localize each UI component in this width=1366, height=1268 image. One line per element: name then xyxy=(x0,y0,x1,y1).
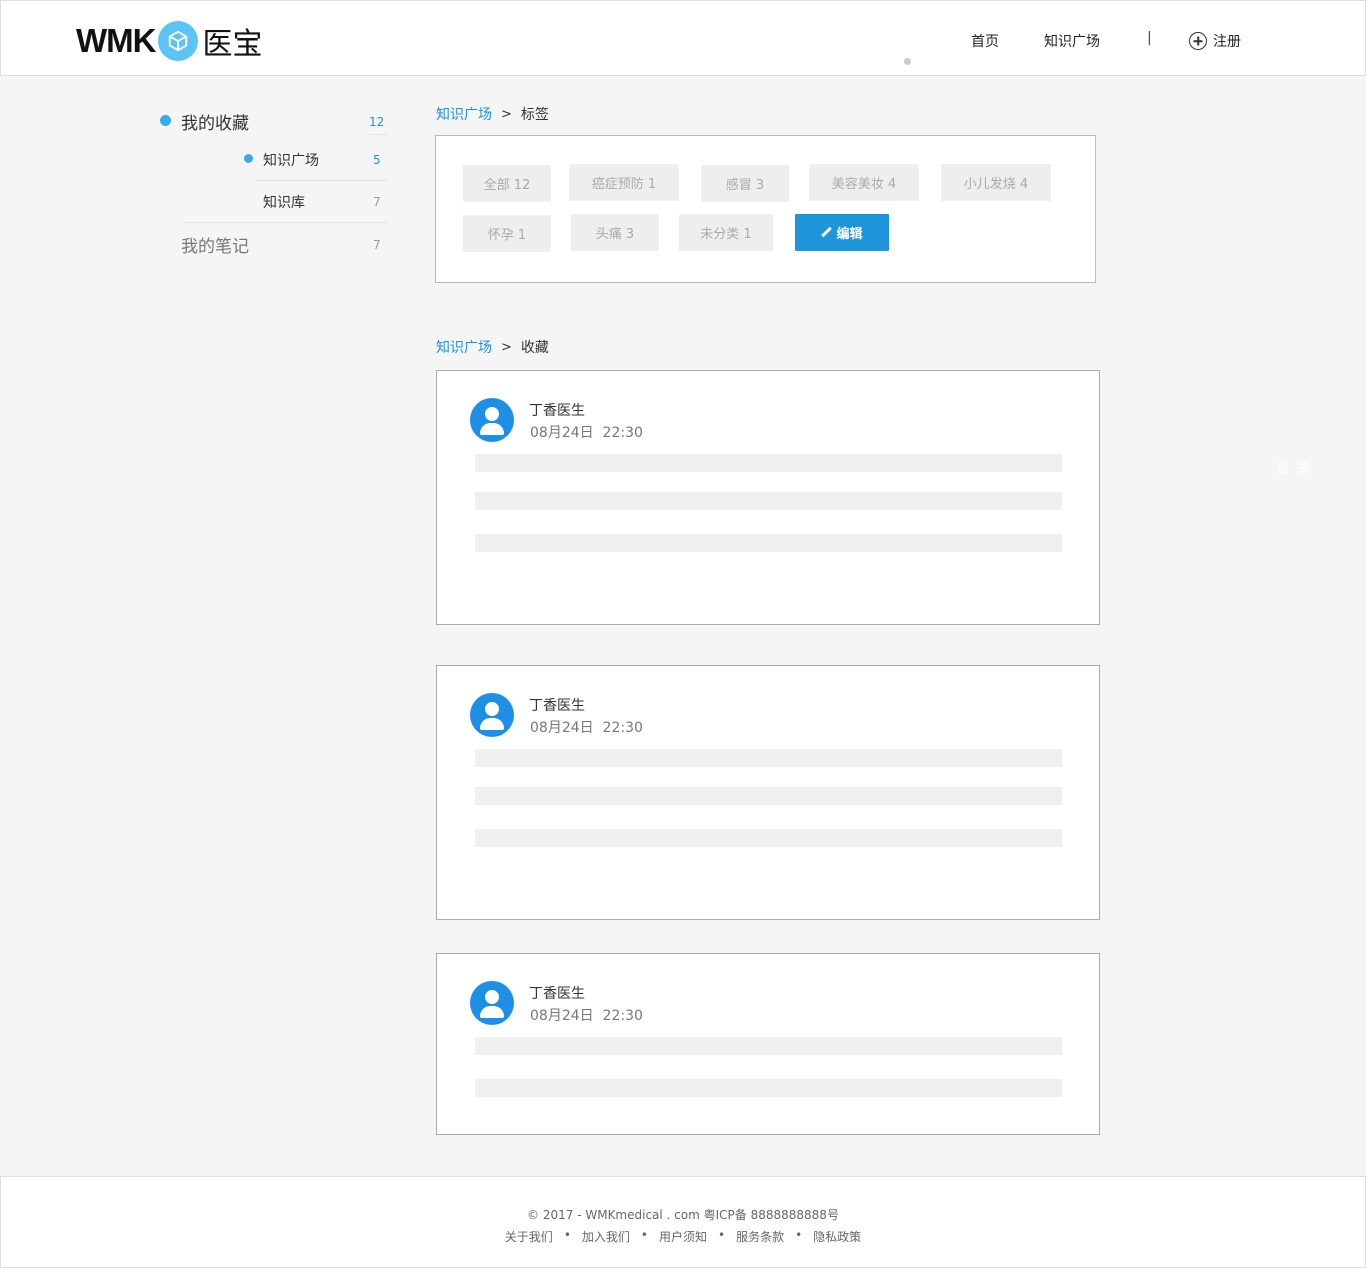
content-placeholder xyxy=(475,749,1062,767)
footer-link-privacy[interactable]: 隐私政策 xyxy=(813,1228,861,1245)
card-timestamp: 08月24日 22:30 xyxy=(530,425,643,441)
favorite-card[interactable]: 丁香医生 08月24日 22:30 xyxy=(436,370,1100,625)
pencil-icon xyxy=(821,227,832,238)
card-author: 丁香医生 xyxy=(529,986,585,1002)
tag-pregnancy[interactable]: 怀孕 1 xyxy=(463,215,551,252)
footer-link-service-terms[interactable]: 服务条款 xyxy=(736,1228,784,1245)
sidebar-item-library[interactable]: 知识库 xyxy=(263,192,305,212)
card-timestamp: 08月24日 22:30 xyxy=(530,720,643,736)
notes-count: 7 xyxy=(373,238,381,252)
top-header: WMK 医宝 首页 知识广场 | 注册 xyxy=(0,0,1366,76)
card-author: 丁香医生 xyxy=(529,403,585,419)
register-button[interactable]: 注册 xyxy=(1189,31,1241,51)
card-timestamp: 08月24日 22:30 xyxy=(530,1008,643,1024)
user-avatar-icon xyxy=(470,398,514,442)
register-label: 注册 xyxy=(1213,34,1241,50)
content-placeholder xyxy=(475,534,1062,552)
favorites-count: 12 xyxy=(369,115,385,129)
user-avatar-icon xyxy=(470,693,514,737)
library-count: 7 xyxy=(373,195,381,209)
favorite-card[interactable]: 丁香医生 08月24日 22:30 xyxy=(436,665,1100,920)
nav-square-link[interactable]: 知识广场 xyxy=(1044,31,1100,51)
active-dot-icon xyxy=(160,115,171,126)
tag-headache[interactable]: 头痛 3 xyxy=(571,214,659,251)
divider xyxy=(369,134,387,135)
square-count: 5 xyxy=(373,153,381,167)
divider xyxy=(255,180,387,181)
breadcrumb-root-link[interactable]: 知识广场 xyxy=(436,104,492,124)
tag-child-fever[interactable]: 小儿发烧 4 xyxy=(941,164,1051,201)
footer-separator: • xyxy=(640,1228,648,1242)
content-placeholder xyxy=(475,1037,1062,1055)
breadcrumb-separator: > xyxy=(501,339,512,355)
tag-cancer-prevention[interactable]: 癌症预防 1 xyxy=(569,164,679,201)
footer-separator: • xyxy=(718,1228,726,1242)
nav-home-link[interactable]: 首页 xyxy=(971,31,999,51)
edit-label: 编辑 xyxy=(836,227,863,242)
plus-circle-icon xyxy=(1189,32,1207,50)
content-placeholder xyxy=(475,829,1062,847)
logo-cn-text: 医宝 xyxy=(202,27,263,62)
float-login-button[interactable]: 登录 xyxy=(1276,458,1316,478)
content-placeholder xyxy=(475,1079,1062,1097)
breadcrumb-current: 标签 xyxy=(520,107,549,123)
edit-button[interactable]: 编辑 xyxy=(795,214,889,251)
copyright-text: © 2017 - WMKmedical . com 粤ICP备 88888888… xyxy=(527,1208,839,1222)
breadcrumb-separator: > xyxy=(501,106,512,122)
footer: © 2017 - WMKmedical . com 粤ICP备 88888888… xyxy=(0,1176,1366,1268)
tag-beauty[interactable]: 美容美妆 4 xyxy=(809,164,919,201)
sidebar-item-notes[interactable]: 我的笔记 xyxy=(181,232,249,257)
logo-latin-text: WMK xyxy=(76,22,156,59)
breadcrumb-root-link[interactable]: 知识广场 xyxy=(436,337,492,357)
footer-separator: • xyxy=(795,1228,803,1242)
user-avatar-icon xyxy=(470,981,514,1025)
footer-link-terms-of-use[interactable]: 用户须知 xyxy=(659,1228,707,1245)
logo[interactable]: WMK 医宝 xyxy=(76,19,262,63)
indicator-dot xyxy=(904,58,911,65)
tag-uncategorized[interactable]: 未分类 1 xyxy=(679,214,773,251)
nav-separator: | xyxy=(1147,30,1152,46)
footer-link-join[interactable]: 加入我们 xyxy=(582,1228,630,1245)
favorite-card[interactable]: 丁香医生 08月24日 22:30 xyxy=(436,953,1100,1135)
footer-links: 关于我们 • 加入我们 • 用户须知 • 服务条款 • 隐私政策 xyxy=(1,1228,1365,1245)
tag-panel: 全部 12 癌症预防 1 感冒 3 美容美妆 4 小儿发烧 4 怀孕 1 头痛 … xyxy=(435,135,1096,283)
card-author: 丁香医生 xyxy=(529,698,585,714)
footer-separator: • xyxy=(563,1228,571,1242)
content-placeholder xyxy=(475,454,1062,472)
tag-all[interactable]: 全部 12 xyxy=(463,165,551,202)
breadcrumb: 知识广场 > 收藏 xyxy=(436,337,549,357)
breadcrumb: 知识广场 > 标签 xyxy=(436,104,549,124)
footer-link-about[interactable]: 关于我们 xyxy=(505,1228,553,1245)
sidebar-item-favorites[interactable]: 我的收藏 xyxy=(181,109,249,134)
breadcrumb-current: 收藏 xyxy=(520,340,549,356)
content-placeholder xyxy=(475,492,1062,510)
active-dot-icon xyxy=(244,154,253,163)
divider xyxy=(183,222,387,223)
cube-icon xyxy=(158,21,199,61)
sidebar-item-square[interactable]: 知识广场 xyxy=(263,150,319,170)
tag-cold[interactable]: 感冒 3 xyxy=(701,165,789,202)
content-placeholder xyxy=(475,787,1062,805)
